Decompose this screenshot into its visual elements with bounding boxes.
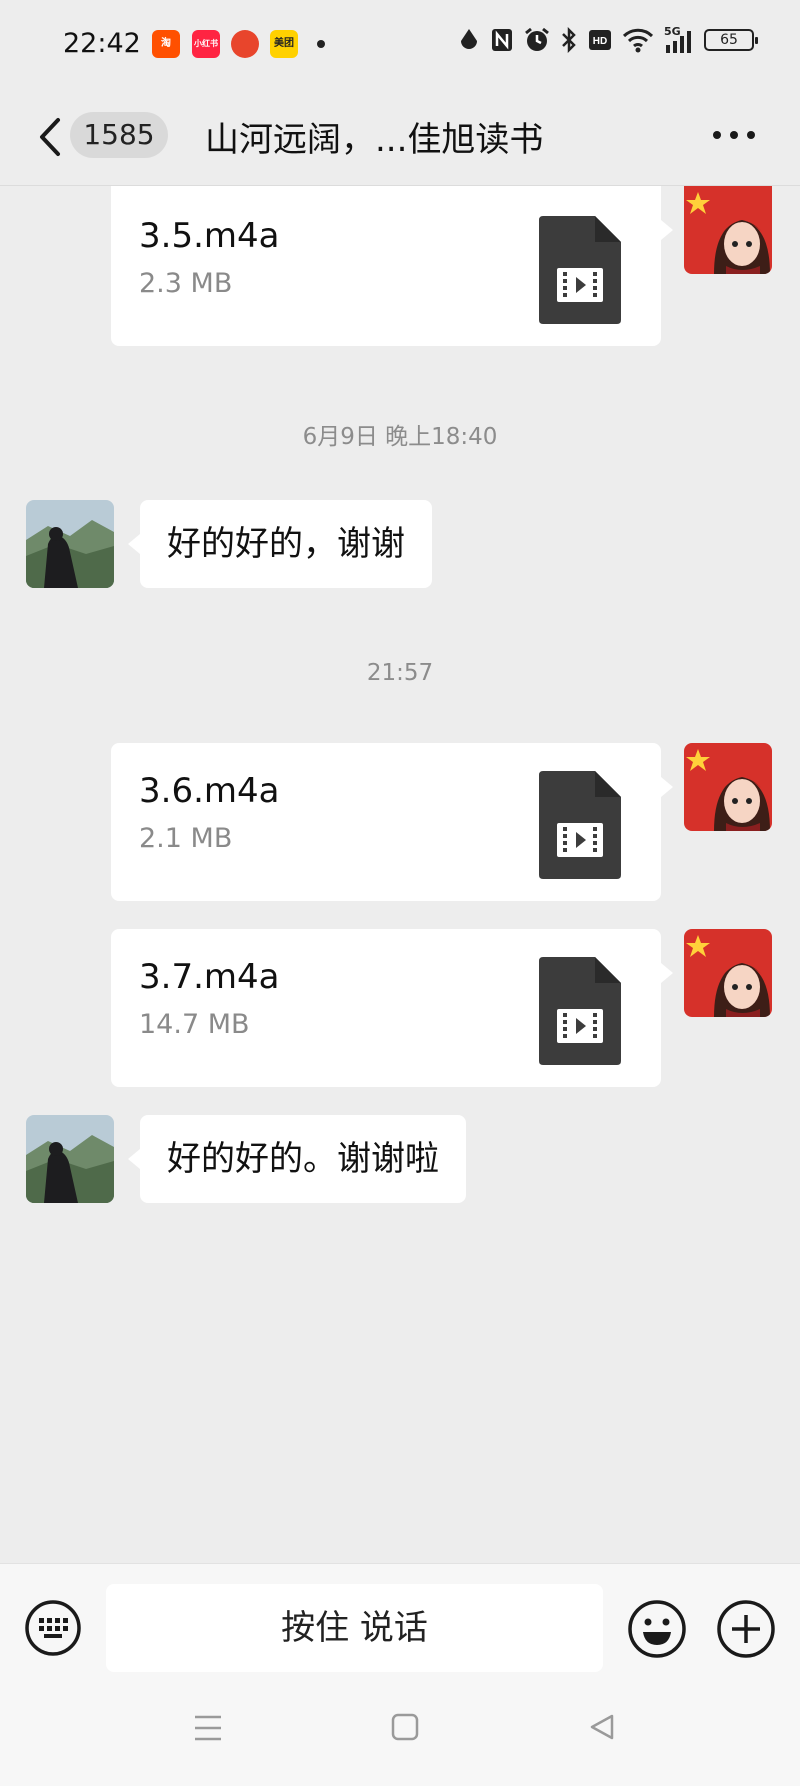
keyboard-toggle-icon[interactable] [24,1599,82,1657]
bluetooth-icon [562,27,576,53]
video-file-icon [539,957,621,1065]
text-message-bubble[interactable]: 好的好的。谢谢啦 [128,1115,466,1203]
system-back-icon[interactable] [588,1713,616,1741]
video-file-icon [539,771,621,879]
my-avatar[interactable] [684,929,772,1017]
file-message-card[interactable]: 3.6.m4a 2.1 MB [111,743,673,901]
recent-apps-icon[interactable] [193,1713,223,1743]
taobao-notification-icon: 淘 [152,30,180,58]
file-size: 2.3 MB [139,268,233,299]
plus-icon[interactable] [716,1599,776,1659]
file-message-card[interactable]: 3.7.m4a 14.7 MB [111,929,673,1087]
more-notifications-dot [317,40,325,48]
hold-to-talk-button[interactable]: 按住 说话 [106,1584,603,1672]
network-type: 5G [664,25,681,38]
more-options-icon[interactable] [712,130,756,140]
emoji-icon[interactable] [627,1599,687,1659]
video-file-icon [539,216,621,324]
contact-avatar[interactable] [26,1115,114,1203]
system-navigation-bar [0,1683,800,1786]
chat-title: 山河远阔，...佳旭读书 [205,120,544,160]
cellular-signal-icon: 5G [664,25,694,53]
message-timestamp: 21:57 [366,660,434,686]
contact-avatar[interactable] [26,500,114,588]
unread-count-badge[interactable]: 1585 [70,112,168,158]
status-bar: 22:42 淘 小红书 美团 HD 5G 65 [0,0,800,92]
wifi-icon [622,28,654,53]
file-name: 3.5.m4a [139,216,280,256]
my-avatar[interactable] [684,743,772,831]
xiaohongshu-notification-icon: 小红书 [192,30,220,58]
chat-input-bar: 按住 说话 [0,1563,800,1683]
file-name: 3.7.m4a [139,957,280,997]
text-message-bubble[interactable]: 好的好的，谢谢 [128,500,432,588]
data-saver-icon [461,29,477,49]
battery-indicator: 65 [704,29,758,51]
alarm-icon [525,27,549,51]
back-arrow-icon[interactable] [34,114,64,160]
home-icon[interactable] [391,1713,419,1741]
svg-text:HD: HD [593,36,607,47]
nfc-icon [492,29,512,51]
chat-header: 1585 山河远阔，...佳旭读书 [0,92,800,186]
file-message-card[interactable]: 3.5.m4a 2.3 MB [111,186,673,346]
file-size: 14.7 MB [139,1009,250,1040]
hd-icon: HD [589,30,611,50]
file-name: 3.6.m4a [139,771,280,811]
meituan-notification-icon: 美团 [270,30,298,58]
message-timestamp: 6月9日 晚上18:40 [302,424,498,450]
status-time: 22:42 [63,28,141,59]
file-size: 2.1 MB [139,823,233,854]
my-avatar[interactable] [684,186,772,274]
app-notification-icon [231,30,259,58]
